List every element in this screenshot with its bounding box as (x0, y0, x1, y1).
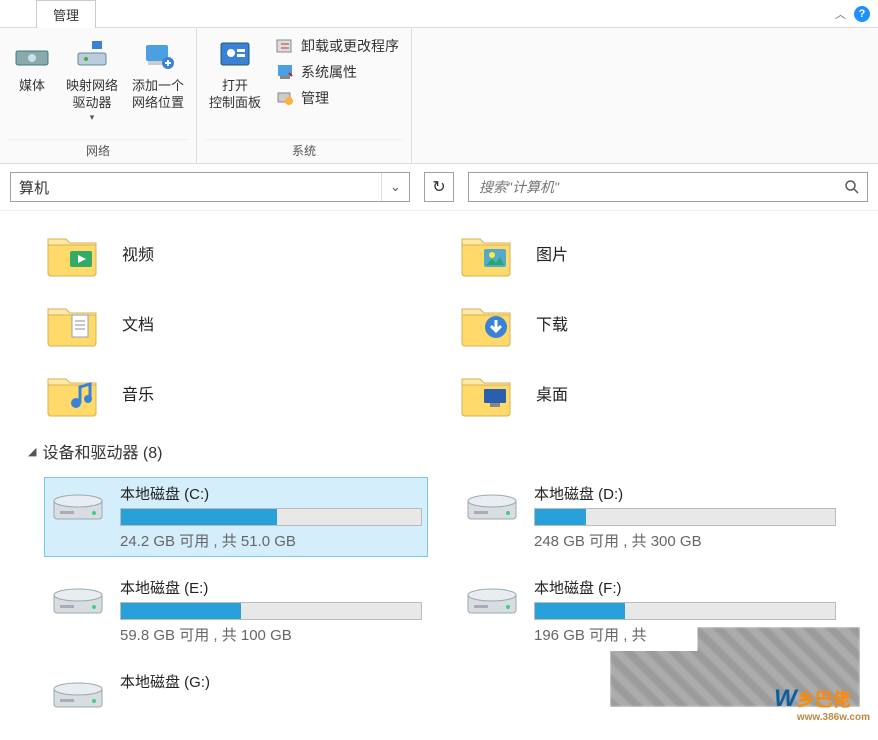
drive-capacity-text: 24.2 GB 可用 , 共 51.0 GB (120, 530, 422, 551)
address-text: 算机 (11, 177, 381, 198)
media-label: 媒体 (19, 78, 45, 95)
drive-item[interactable]: 本地磁盘 (G:) (44, 665, 428, 719)
control-panel-label: 打开 控制面板 (209, 78, 261, 112)
library-item-desktop[interactable]: 桌面 (458, 367, 842, 419)
hard-drive-icon (464, 577, 520, 619)
network-drive-icon (72, 36, 112, 74)
hard-drive-icon (464, 483, 520, 525)
sysprops-icon (275, 62, 295, 82)
documents-folder-icon (44, 297, 100, 349)
drive-capacity-bar (120, 602, 422, 620)
drive-capacity-text: 248 GB 可用 , 共 300 GB (534, 530, 836, 551)
refresh-button[interactable]: ↻ (424, 172, 454, 202)
hard-drive-icon (50, 577, 106, 619)
manage-label: 管理 (301, 88, 329, 108)
music-folder-icon (44, 367, 100, 419)
search-box[interactable] (468, 172, 868, 202)
add-network-location-button[interactable]: 添加一个 网络位置 (128, 32, 188, 116)
help-icon[interactable]: ? (854, 6, 870, 22)
pictures-folder-icon (458, 227, 514, 279)
ribbon-group-system: 打开 控制面板 卸载或更改程序 系统属性 管理 系统 (197, 28, 412, 163)
library-label: 图片 (536, 241, 568, 265)
library-item-videos[interactable]: 视频 (44, 227, 428, 279)
downloads-folder-icon (458, 297, 514, 349)
library-item-documents[interactable]: 文档 (44, 297, 428, 349)
manage-icon (275, 88, 295, 108)
drive-name: 本地磁盘 (C:) (120, 483, 422, 504)
drive-item[interactable]: 本地磁盘 (D:) 248 GB 可用 , 共 300 GB (458, 477, 842, 557)
add-loc-label: 添加一个 网络位置 (132, 78, 184, 112)
hard-drive-icon (50, 671, 106, 713)
content-pane: 视频 图片文档 下载音乐 桌面 ◢ 设备和驱动器 (8) 本地磁盘 (C:) 24.2 … (0, 211, 878, 740)
library-item-music[interactable]: 音乐 (44, 367, 428, 419)
library-item-pictures[interactable]: 图片 (458, 227, 842, 279)
library-label: 桌面 (536, 381, 568, 405)
ribbon: 媒体 映射网络 驱动器 ▾ 添加一个 网络位置 网络 (0, 28, 878, 164)
drive-item[interactable]: 本地磁盘 (F:) 196 GB 可用 , 共 (458, 571, 842, 651)
library-label: 下载 (536, 311, 568, 335)
section-devices-drives[interactable]: ◢ 设备和驱动器 (8) (4, 429, 866, 473)
library-item-downloads[interactable]: 下载 (458, 297, 842, 349)
watermark: W 乡巴佬 www.386w.com (774, 685, 870, 723)
uninstall-programs-link[interactable]: 卸载或更改程序 (275, 36, 399, 56)
address-box[interactable]: 算机 ⌄ (10, 172, 410, 202)
drive-capacity-text: 196 GB 可用 , 共 (534, 624, 836, 645)
drive-item[interactable]: 本地磁盘 (E:) 59.8 GB 可用 , 共 100 GB (44, 571, 428, 651)
address-bar-row: 算机 ⌄ ↻ (0, 164, 878, 211)
refresh-icon: ↻ (432, 177, 445, 197)
media-icon (12, 36, 52, 74)
sysprops-label: 系统属性 (301, 62, 357, 82)
uninstall-icon (275, 36, 295, 56)
dropdown-icon: ▾ (90, 112, 95, 124)
videos-folder-icon (44, 227, 100, 279)
add-location-icon (138, 36, 178, 74)
group-system-label: 系统 (205, 139, 403, 161)
media-button[interactable]: 媒体 (8, 32, 56, 99)
search-icon[interactable] (837, 179, 867, 195)
system-properties-link[interactable]: 系统属性 (275, 62, 399, 82)
tab-manage[interactable]: 管理 (36, 0, 96, 28)
drive-item[interactable]: 本地磁盘 (C:) 24.2 GB 可用 , 共 51.0 GB (44, 477, 428, 557)
ribbon-tab-bar: 管理 ︿ ? (0, 0, 878, 28)
drive-name: 本地磁盘 (F:) (534, 577, 836, 598)
library-label: 文档 (122, 311, 154, 335)
drive-capacity-bar (120, 508, 422, 526)
drive-capacity-text: 59.8 GB 可用 , 共 100 GB (120, 624, 422, 645)
drive-name: 本地磁盘 (E:) (120, 577, 422, 598)
control-panel-icon (215, 36, 255, 74)
library-label: 音乐 (122, 381, 154, 405)
hard-drive-icon (50, 483, 106, 525)
uninstall-label: 卸载或更改程序 (301, 36, 399, 56)
section-title: 设备和驱动器 (8) (42, 439, 162, 463)
map-drive-label: 映射网络 驱动器 (66, 78, 118, 112)
manage-link[interactable]: 管理 (275, 88, 399, 108)
desktop-folder-icon (458, 367, 514, 419)
drive-name: 本地磁盘 (G:) (120, 671, 422, 692)
drive-capacity-bar (534, 508, 836, 526)
open-control-panel-button[interactable]: 打开 控制面板 (205, 32, 265, 116)
group-network-label: 网络 (8, 139, 188, 161)
library-label: 视频 (122, 241, 154, 265)
ribbon-group-network: 媒体 映射网络 驱动器 ▾ 添加一个 网络位置 网络 (0, 28, 197, 163)
map-network-drive-button[interactable]: 映射网络 驱动器 ▾ (62, 32, 122, 127)
drive-capacity-bar (534, 602, 836, 620)
drive-name: 本地磁盘 (D:) (534, 483, 836, 504)
collapse-ribbon-icon[interactable]: ︿ (835, 6, 846, 22)
search-input[interactable] (469, 179, 837, 195)
address-dropdown-icon[interactable]: ⌄ (381, 173, 409, 201)
disclosure-icon: ◢ (28, 445, 36, 458)
